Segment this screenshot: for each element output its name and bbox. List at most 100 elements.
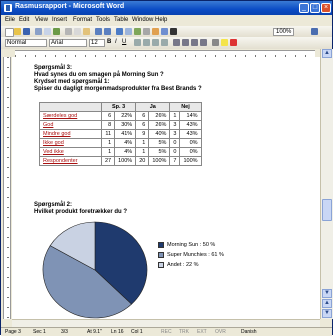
numbering-icon[interactable] [173, 39, 180, 46]
scroll-thumb[interactable] [322, 199, 332, 221]
scroll-up-button[interactable]: ▲ [322, 49, 332, 58]
status-ovr[interactable]: OVR [215, 329, 226, 335]
row-label[interactable]: Særdeles god [39, 111, 102, 121]
font-color-icon[interactable] [230, 39, 237, 46]
status-col: Col 1 [131, 329, 143, 335]
style-select[interactable]: Normal [5, 39, 47, 47]
table-cell: 1 [100, 138, 116, 148]
zoom-select[interactable]: 100% [273, 28, 295, 36]
menu-format[interactable]: Format [73, 17, 92, 23]
pie-chart [42, 221, 148, 319]
borders-icon[interactable] [212, 39, 219, 46]
row-label[interactable]: Ikke god [39, 138, 102, 148]
row-label[interactable]: Ved ikke [39, 147, 102, 157]
table-cell: 0 [169, 138, 181, 148]
columns-icon[interactable] [143, 28, 150, 35]
status-rec[interactable]: REC [161, 329, 172, 335]
menu-view[interactable]: View [35, 17, 48, 23]
table-cell: 43% [179, 120, 202, 130]
table-row: Respondenter 27 100% 20 100% 7 100% [39, 156, 202, 166]
hyperlink-icon[interactable] [116, 28, 123, 35]
row-label[interactable]: Mindre god [39, 129, 102, 139]
next-page-button[interactable]: ▼ [322, 309, 332, 318]
menu-edit[interactable]: Edit [19, 17, 29, 23]
redo-icon[interactable] [104, 28, 111, 35]
menu-tools[interactable]: Tools [96, 17, 110, 23]
align-left-icon[interactable] [134, 39, 141, 46]
table-cell: 41% [114, 129, 137, 139]
minimize-button[interactable]: _ [299, 3, 309, 13]
status-section: Sec 1 [33, 329, 46, 335]
table-cell: 26% [148, 120, 171, 130]
status-language: Danish [241, 329, 257, 335]
cut-icon[interactable] [65, 28, 72, 35]
maximize-button[interactable]: □ [310, 3, 320, 13]
print-preview-icon[interactable] [44, 28, 51, 35]
table-header-cell: Ja [135, 102, 171, 112]
table-cell: 7 [169, 156, 181, 166]
row-label[interactable]: God [39, 120, 102, 130]
title-bar[interactable]: Rasmusrapport - Microsoft Word _ □ × [1, 1, 332, 15]
bold-icon[interactable]: B [107, 39, 111, 45]
legend-label: Morning Sun : 50 % [167, 242, 216, 248]
table-cell: 3 [169, 120, 181, 130]
font-select[interactable]: Arial [49, 39, 87, 47]
spelling-icon[interactable] [53, 28, 60, 35]
table-cell: 43% [179, 129, 202, 139]
survey-table: Sp. 3 Ja Nej Særdeles god 6 22% 6 26% 1 … [39, 102, 202, 166]
crosstab-text: Spiser du dagligt morgenmadsprodukter fr… [34, 86, 202, 92]
decrease-indent-icon[interactable] [191, 39, 198, 46]
document-map-icon[interactable] [161, 28, 168, 35]
vertical-ruler[interactable] [3, 57, 11, 319]
excel-icon[interactable] [134, 28, 141, 35]
crosstab-title: Krydset med spørgsmål 1: [34, 79, 110, 85]
menu-insert[interactable]: Insert [52, 17, 67, 23]
open-folder-icon[interactable] [14, 28, 21, 35]
scroll-down-button[interactable]: ▼ [322, 289, 332, 298]
new-document-icon[interactable] [5, 28, 14, 37]
vertical-scrollbar[interactable]: ▲ ▼ ▲ ▼ [320, 49, 333, 319]
menu-table[interactable]: Table [114, 17, 128, 23]
align-center-icon[interactable] [143, 39, 150, 46]
table-cell: 8 [100, 120, 116, 130]
previous-page-button[interactable]: ▲ [322, 299, 332, 308]
close-button[interactable]: × [321, 3, 331, 13]
italic-icon[interactable]: I [115, 39, 117, 45]
status-trk[interactable]: TRK [179, 329, 189, 335]
align-right-icon[interactable] [152, 39, 159, 46]
table-icon[interactable] [125, 28, 132, 35]
undo-icon[interactable] [95, 28, 102, 35]
row-label[interactable]: Respondenter [39, 156, 102, 166]
underline-icon[interactable]: U [122, 39, 126, 45]
status-at: At 9.1" [87, 329, 102, 335]
horizontal-ruler[interactable] [1, 49, 332, 58]
table-row: Mindre god 11 41% 9 40% 3 43% [39, 129, 202, 139]
legend-swatch [158, 262, 164, 268]
menu-help[interactable]: Help [155, 17, 167, 23]
menu-window[interactable]: Window [132, 17, 153, 23]
table-cell: 1 [100, 147, 116, 157]
legend-swatch [158, 252, 164, 258]
legend-swatch [158, 242, 164, 248]
status-ext[interactable]: EXT [197, 329, 207, 335]
increase-indent-icon[interactable] [200, 39, 207, 46]
save-icon[interactable] [23, 28, 30, 35]
menu-file[interactable]: Eile [5, 17, 15, 23]
copy-icon[interactable] [74, 28, 81, 35]
table-cell: 22% [114, 111, 137, 121]
table-cell: 1 [135, 138, 150, 148]
table-cell: 9 [135, 129, 150, 139]
document-page[interactable]: Spørgsmål 3: Hvad synes du om smagen på … [12, 57, 320, 319]
drawing-icon[interactable] [152, 28, 159, 35]
font-size-select[interactable]: 12 [89, 39, 105, 47]
table-cell: 30% [114, 120, 137, 130]
show-hide-icon[interactable] [170, 28, 177, 35]
paste-icon[interactable] [83, 28, 90, 35]
justify-icon[interactable] [161, 39, 168, 46]
highlight-icon[interactable] [221, 39, 228, 46]
print-icon[interactable] [35, 28, 42, 35]
bullets-icon[interactable] [182, 39, 189, 46]
help-icon[interactable] [311, 28, 318, 35]
question-2-title: Spørgsmål 2: [34, 202, 73, 208]
status-pages: 3/3 [61, 329, 68, 335]
